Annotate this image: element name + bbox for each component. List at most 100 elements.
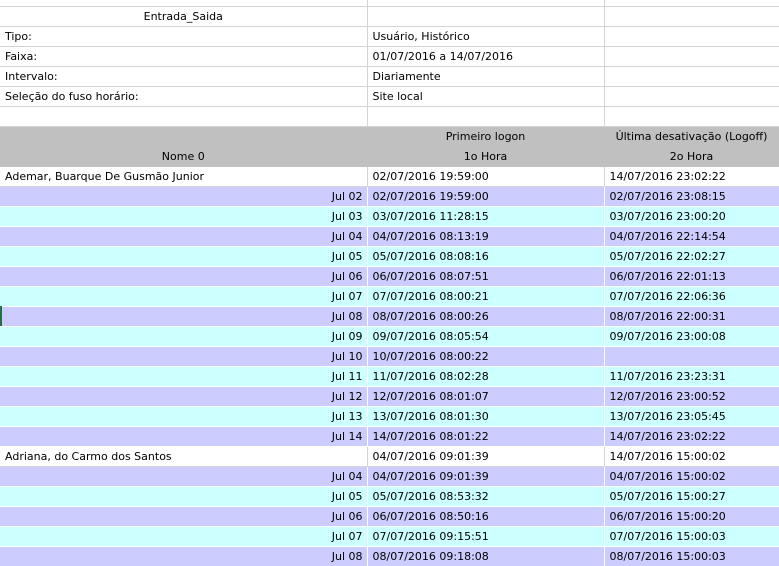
first-logon-cell[interactable]: 04/07/2016 09:01:39 [367,446,605,467]
first-logon-cell[interactable]: 07/07/2016 09:15:51 [367,526,604,547]
header-last-logoff[interactable]: Última desativação (Logoff) [604,126,779,147]
first-logon-cell[interactable]: 09/07/2016 08:05:54 [367,326,604,347]
first-logon-cell[interactable]: 06/07/2016 08:50:16 [367,506,604,527]
meta-value-cell[interactable]: Usuário, Histórico [367,26,605,47]
day-label-cell[interactable]: Jul 10 [0,346,367,367]
last-logoff-cell[interactable]: 06/07/2016 15:00:20 [604,506,779,527]
last-logoff-cell[interactable]: 03/07/2016 23:00:20 [604,206,779,227]
first-logon-cell[interactable]: 12/07/2016 08:01:07 [367,386,604,407]
first-logon-cell[interactable]: 05/07/2016 08:08:16 [367,246,604,267]
meta-label-cell[interactable]: Faixa: [0,46,368,67]
cell[interactable] [604,106,779,127]
meta-label-cell[interactable]: Intervalo: [0,66,368,87]
last-logoff-cell[interactable]: 08/07/2016 22:00:31 [604,306,779,327]
report-title-cell[interactable]: Entrada_Saida [0,6,368,27]
day-row: Jul 10 10/07/2016 08:00:22 [0,346,779,367]
meta-row-fuso: Seleção do fuso horário: Site local [0,86,779,107]
first-logon-cell[interactable]: 04/07/2016 09:01:39 [367,466,604,487]
last-logoff-cell[interactable]: 14/07/2016 23:02:22 [604,166,779,187]
last-logoff-cell[interactable]: 12/07/2016 23:00:52 [604,386,779,407]
person-row: Adriana, do Carmo dos Santos 04/07/2016 0… [0,446,779,467]
day-label-cell[interactable]: Jul 04 [0,226,367,247]
day-label-cell[interactable]: Jul 05 [0,486,367,507]
first-logon-cell[interactable]: 08/07/2016 08:00:26 [367,306,604,327]
last-logoff-cell[interactable]: 06/07/2016 22:01:13 [604,266,779,287]
row-selection-marker [0,306,2,326]
header-first-hour[interactable]: 1o Hora [367,146,605,167]
last-logoff-cell[interactable]: 04/07/2016 22:14:54 [604,226,779,247]
last-logoff-cell[interactable]: 08/07/2016 15:00:03 [604,546,779,566]
meta-label-cell[interactable]: Seleção do fuso horário: [0,86,368,107]
last-logoff-cell[interactable]: 05/07/2016 15:00:27 [604,486,779,507]
day-row: Jul 12 12/07/2016 08:01:07 12/07/2016 23:0… [0,386,779,407]
day-label-cell[interactable]: Jul 07 [0,526,367,547]
day-label-cell[interactable]: Jul 02 [0,186,367,207]
first-logon-cell[interactable]: 13/07/2016 08:01:30 [367,406,604,427]
day-label-cell[interactable]: Jul 04 [0,466,367,487]
header-name-top[interactable] [0,126,368,147]
first-logon-cell[interactable]: 04/07/2016 08:13:19 [367,226,604,247]
last-logoff-cell[interactable] [604,346,779,367]
cell[interactable] [604,26,779,47]
cell[interactable] [367,6,605,27]
header-first-logon[interactable]: Primeiro logon [367,126,605,147]
first-logon-cell[interactable]: 07/07/2016 08:00:21 [367,286,604,307]
day-row: Jul 11 11/07/2016 08:02:28 11/07/2016 23:2… [0,366,779,387]
last-logoff-cell[interactable]: 02/07/2016 23:08:15 [604,186,779,207]
header-second-hour[interactable]: 2o Hora [604,146,779,167]
cell[interactable] [604,86,779,107]
last-logoff-cell[interactable]: 05/07/2016 22:02:27 [604,246,779,267]
meta-value-cell[interactable]: Diariamente [367,66,605,87]
cell[interactable] [604,6,779,27]
first-logon-cell[interactable]: 10/07/2016 08:00:22 [367,346,604,367]
last-logoff-cell[interactable]: 11/07/2016 23:23:31 [604,366,779,387]
day-label-cell[interactable]: Jul 11 [0,366,367,387]
meta-value-cell[interactable]: Site local [367,86,605,107]
empty-row [0,106,779,127]
last-logoff-cell[interactable]: 09/07/2016 23:00:08 [604,326,779,347]
first-logon-cell[interactable]: 08/07/2016 09:18:08 [367,546,604,566]
first-logon-cell[interactable]: 03/07/2016 11:28:15 [367,206,604,227]
day-label-cell[interactable]: Jul 12 [0,386,367,407]
first-logon-cell[interactable]: 05/07/2016 08:53:32 [367,486,604,507]
person-name-cell[interactable]: Adriana, do Carmo dos Santos [0,446,368,467]
day-label-cell[interactable]: Jul 13 [0,406,367,427]
day-label-cell[interactable]: Jul 08 [0,546,367,566]
header-name[interactable]: Nome 0 [0,146,368,167]
person-row: Ademar, Buarque De Gusmão Junior 02/07/20… [0,166,779,187]
last-logoff-cell[interactable]: 14/07/2016 23:02:22 [604,426,779,447]
person-name-cell[interactable]: Ademar, Buarque De Gusmão Junior [0,166,368,187]
cell[interactable] [604,46,779,67]
last-logoff-cell[interactable]: 07/07/2016 15:00:03 [604,526,779,547]
last-logoff-cell[interactable]: 04/07/2016 15:00:02 [604,466,779,487]
meta-label-cell[interactable]: Tipo: [0,26,368,47]
day-label-cell[interactable]: Jul 06 [0,506,367,527]
day-label-cell[interactable]: Jul 06 [0,266,367,287]
last-logoff-cell[interactable]: 14/07/2016 15:00:02 [604,446,779,467]
cell[interactable] [0,106,368,127]
day-row: Jul 08 08/07/2016 09:18:08 08/07/2016 15:0… [0,546,779,566]
first-logon-cell[interactable]: 02/07/2016 19:59:00 [367,166,605,187]
day-label-cell[interactable]: Jul 08 [0,306,367,327]
column-header-row-top: Primeiro logon Última desativação (Logof… [0,126,779,147]
last-logoff-cell[interactable]: 07/07/2016 22:06:36 [604,286,779,307]
day-row: Jul 05 05/07/2016 08:08:16 05/07/2016 22:0… [0,246,779,267]
cell[interactable] [367,106,605,127]
meta-row-faixa: Faixa: 01/07/2016 a 14/07/2016 [0,46,779,67]
first-logon-cell[interactable]: 06/07/2016 08:07:51 [367,266,604,287]
day-row: Jul 04 04/07/2016 08:13:19 04/07/2016 22:1… [0,226,779,247]
day-label-cell[interactable]: Jul 14 [0,426,367,447]
day-label-cell[interactable]: Jul 03 [0,206,367,227]
first-logon-cell[interactable]: 11/07/2016 08:02:28 [367,366,604,387]
meta-row-intervalo: Intervalo: Diariamente [0,66,779,87]
cell[interactable] [604,66,779,87]
meta-value-cell[interactable]: 01/07/2016 a 14/07/2016 [367,46,605,67]
last-logoff-cell[interactable]: 13/07/2016 23:05:45 [604,406,779,427]
day-label-cell[interactable]: Jul 07 [0,286,367,307]
day-row: Jul 07 07/07/2016 09:15:51 07/07/2016 15:0… [0,526,779,547]
first-logon-cell[interactable]: 02/07/2016 19:59:00 [367,186,604,207]
first-logon-cell[interactable]: 14/07/2016 08:01:22 [367,426,604,447]
day-label-cell[interactable]: Jul 09 [0,326,367,347]
day-label-cell[interactable]: Jul 05 [0,246,367,267]
spreadsheet: Entrada_Saida Tipo: Usuário, Histórico F… [0,0,779,566]
